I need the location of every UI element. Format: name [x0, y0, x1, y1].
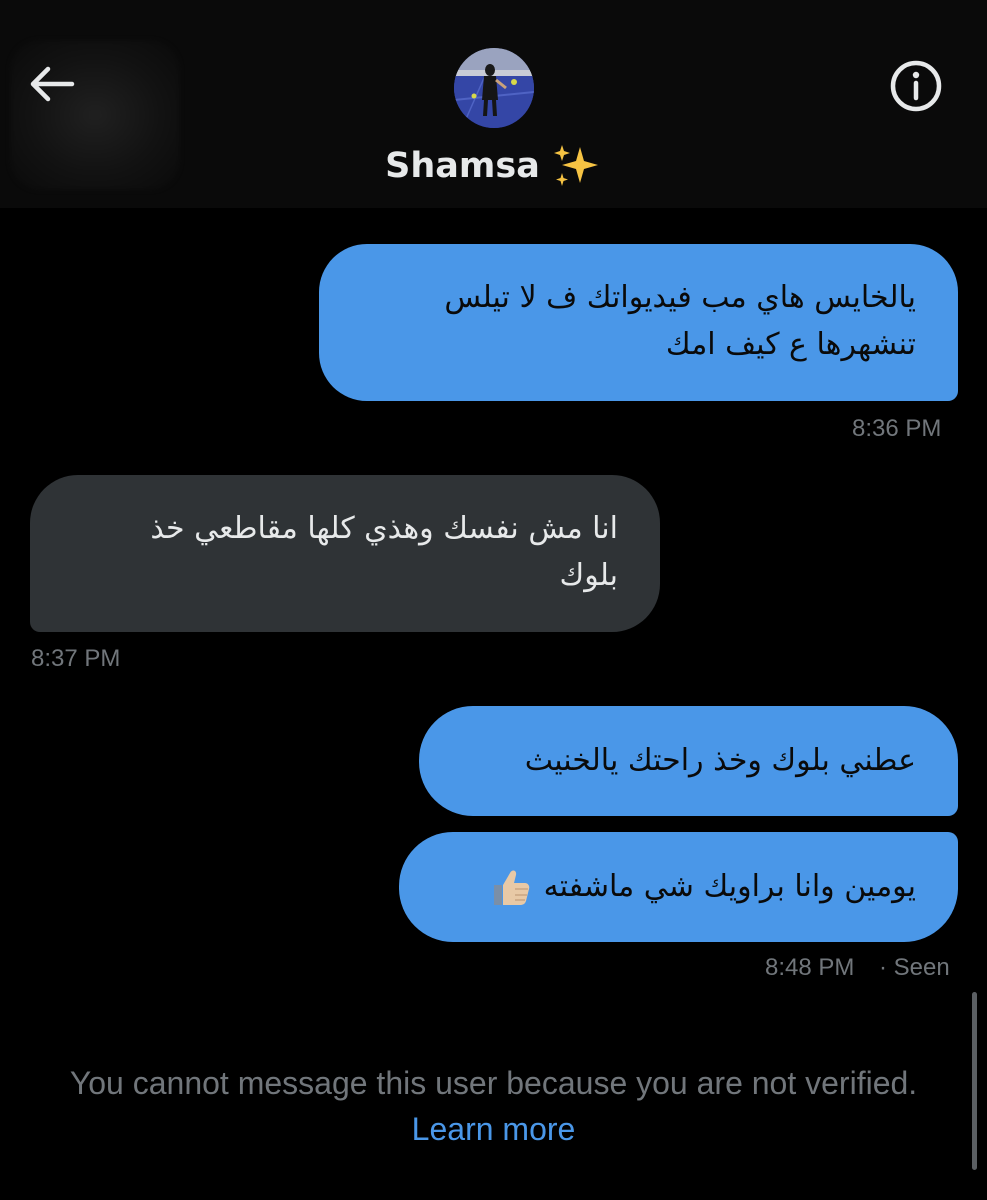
scrollbar-thumb[interactable]: [972, 992, 977, 1170]
contact-avatar[interactable]: [454, 48, 534, 128]
seen-status: · Seen: [879, 954, 950, 981]
contact-name: Shamsa: [385, 146, 540, 186]
notice-text: You cannot message this user because you…: [69, 1065, 918, 1101]
avatar-photo: [454, 48, 534, 128]
message-text-line: انا مش نفسك وهذي كلها مقاطعي خذ: [150, 511, 618, 546]
sparkles-emoji: [552, 143, 602, 189]
message-text-line: يومين وانا براويك شي ماشفته: [543, 869, 916, 904]
dm-conversation-screen: Shamsa يالخايس هاي مب فيديواتك ف لا تيلس…: [0, 0, 987, 1200]
message-timestamp: 8:48 PM: [765, 954, 855, 981]
contact-name-row[interactable]: Shamsa: [0, 140, 987, 192]
message-text-line: تنشهرها ع كيف امك: [665, 327, 916, 362]
learn-more-link[interactable]: Learn more: [412, 1111, 576, 1147]
message-text-line: يالخايس هاي مب فيديواتك ف لا تيلس: [444, 280, 916, 315]
conversation-info-button[interactable]: [884, 54, 948, 118]
cannot-message-notice: You cannot message this user because you…: [40, 1060, 947, 1152]
message-bubble-sent[interactable]: عطني بلوك وخذ راحتك يالخنيث: [419, 706, 958, 816]
message-bubble-sent[interactable]: يالخايس هاي مب فيديواتك ف لا تيلس تنشهره…: [319, 244, 958, 401]
message-timestamp: 8:37 PM: [31, 645, 121, 672]
back-arrow-icon: [30, 66, 75, 102]
conversation-header: Shamsa: [0, 0, 987, 208]
thumbs-up-emoji: [488, 865, 532, 909]
message-text-line: بلوك: [559, 558, 618, 593]
info-icon: [890, 60, 942, 112]
message-timestamp: 8:36 PM: [852, 415, 942, 442]
back-button[interactable]: [20, 56, 84, 112]
message-bubble-received[interactable]: انا مش نفسك وهذي كلها مقاطعي خذ بلوك: [30, 475, 660, 632]
message-bubble-sent[interactable]: يومين وانا براويك شي ماشفته: [399, 832, 958, 942]
message-text-line: عطني بلوك وخذ راحتك يالخنيث: [524, 743, 916, 778]
